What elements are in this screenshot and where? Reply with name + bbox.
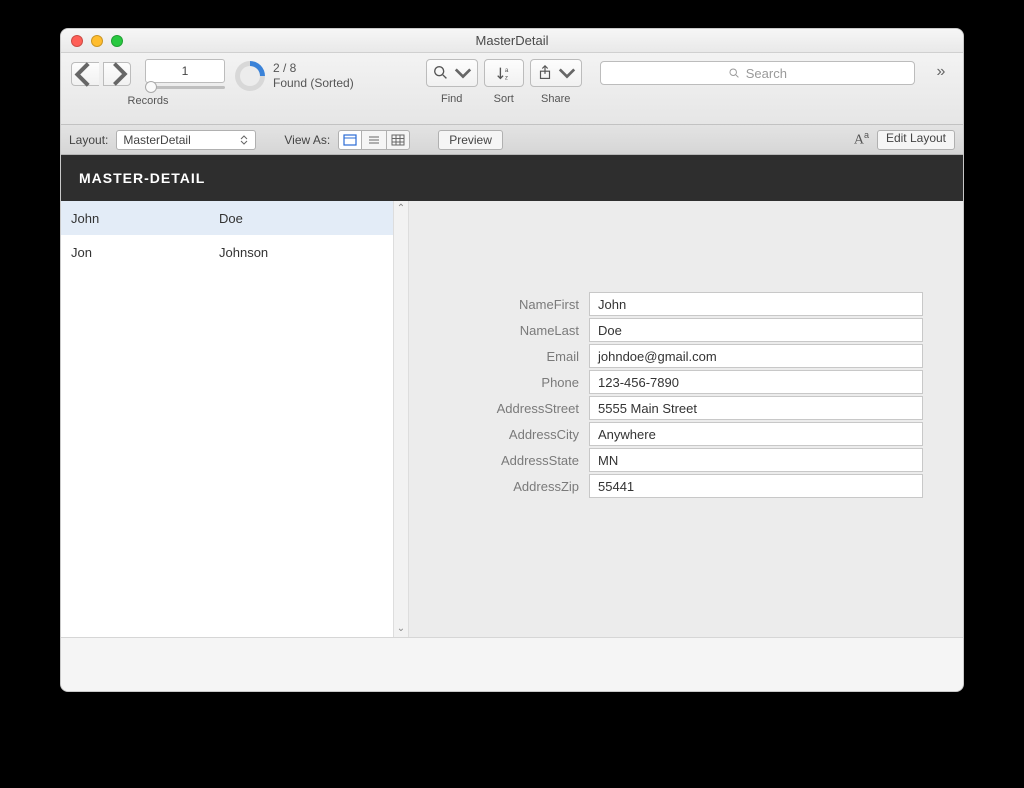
app-window: MasterDetail 1 Records bbox=[60, 28, 964, 692]
share-label: Share bbox=[541, 93, 570, 105]
records-label: Records bbox=[128, 95, 169, 107]
view-list-button[interactable] bbox=[362, 130, 386, 150]
scroll-down-icon[interactable]: ⌄ bbox=[394, 621, 408, 637]
field-input[interactable]: John bbox=[589, 292, 923, 316]
found-pie-icon[interactable] bbox=[235, 61, 265, 91]
field-label: AddressZip bbox=[429, 479, 589, 494]
field-input[interactable]: MN bbox=[589, 448, 923, 472]
master-last: Doe bbox=[219, 211, 393, 226]
field-input[interactable]: 55441 bbox=[589, 474, 923, 498]
master-list: JohnDoeJonJohnson bbox=[61, 201, 393, 637]
field-input[interactable]: 123-456-7890 bbox=[589, 370, 923, 394]
field-row: NameFirstJohn bbox=[429, 291, 923, 317]
sort-label: Sort bbox=[494, 93, 514, 105]
sort-group: az Sort bbox=[484, 59, 524, 105]
master-row[interactable]: JohnDoe bbox=[61, 201, 393, 235]
records-group: 1 Records bbox=[71, 59, 225, 107]
field-row: AddressCityAnywhere bbox=[429, 421, 923, 447]
layout-select[interactable]: MasterDetail bbox=[116, 130, 256, 150]
field-row: Emailjohndoe@gmail.com bbox=[429, 343, 923, 369]
master-first: John bbox=[61, 211, 219, 226]
find-label: Find bbox=[441, 93, 462, 105]
text-format-icon[interactable]: Aa bbox=[854, 130, 869, 149]
window-title: MasterDetail bbox=[61, 33, 963, 48]
found-count: 2 / 8 bbox=[273, 61, 354, 76]
find-button[interactable] bbox=[426, 59, 478, 87]
svg-text:a: a bbox=[505, 67, 509, 74]
master-first: Jon bbox=[61, 245, 219, 260]
scroll-up-icon[interactable]: ⌃ bbox=[394, 201, 408, 217]
field-label: Email bbox=[429, 349, 589, 364]
record-number-input[interactable]: 1 bbox=[145, 59, 225, 83]
share-button[interactable] bbox=[530, 59, 582, 87]
page-header: MASTER-DETAIL bbox=[61, 155, 963, 201]
field-label: AddressState bbox=[429, 453, 589, 468]
svg-text:z: z bbox=[505, 74, 508, 81]
field-label: NameFirst bbox=[429, 297, 589, 312]
search-placeholder: Search bbox=[746, 66, 787, 81]
search-icon bbox=[728, 67, 741, 80]
next-record-button[interactable] bbox=[103, 62, 131, 86]
view-table-button[interactable] bbox=[386, 130, 410, 150]
field-row: AddressStreet5555 Main Street bbox=[429, 395, 923, 421]
viewas-label: View As: bbox=[284, 133, 330, 147]
layout-label: Layout: bbox=[69, 133, 108, 147]
field-row: AddressStateMN bbox=[429, 447, 923, 473]
preview-button[interactable]: Preview bbox=[438, 130, 503, 150]
record-slider[interactable] bbox=[145, 86, 225, 89]
field-label: AddressStreet bbox=[429, 401, 589, 416]
field-row: NameLastDoe bbox=[429, 317, 923, 343]
field-row: AddressZip55441 bbox=[429, 473, 923, 499]
prev-record-button[interactable] bbox=[71, 62, 99, 86]
footer bbox=[61, 637, 963, 692]
titlebar: MasterDetail bbox=[61, 29, 963, 53]
found-sorted: Found (Sorted) bbox=[273, 76, 354, 91]
layout-select-value: MasterDetail bbox=[123, 133, 190, 147]
search-input[interactable]: Search bbox=[600, 61, 915, 85]
field-label: NameLast bbox=[429, 323, 589, 338]
field-input[interactable]: Doe bbox=[589, 318, 923, 342]
page-title: MASTER-DETAIL bbox=[79, 170, 205, 186]
toolbar: 1 Records 2 / 8 Found (Sorted) Find bbox=[61, 53, 963, 125]
master-scrollbar[interactable]: ⌃ ⌄ bbox=[393, 201, 409, 637]
field-input[interactable]: 5555 Main Street bbox=[589, 396, 923, 420]
field-input[interactable]: Anywhere bbox=[589, 422, 923, 446]
detail-pane: NameFirstJohnNameLastDoeEmailjohndoe@gma… bbox=[409, 201, 963, 637]
layoutbar: Layout: MasterDetail View As: Preview Aa… bbox=[61, 125, 963, 155]
field-input[interactable]: johndoe@gmail.com bbox=[589, 344, 923, 368]
slider-thumb-icon[interactable] bbox=[145, 81, 157, 93]
found-status: 2 / 8 Found (Sorted) bbox=[273, 61, 354, 91]
content-area: JohnDoeJonJohnson ⌃ ⌄ NameFirstJohnNameL… bbox=[61, 201, 963, 637]
view-form-button[interactable] bbox=[338, 130, 362, 150]
share-group: Share bbox=[530, 59, 582, 105]
edit-layout-button[interactable]: Edit Layout bbox=[877, 130, 955, 150]
find-group: Find bbox=[426, 59, 478, 105]
chevron-updown-icon bbox=[239, 135, 249, 145]
master-last: Johnson bbox=[219, 245, 393, 260]
master-row[interactable]: JonJohnson bbox=[61, 235, 393, 269]
field-label: AddressCity bbox=[429, 427, 589, 442]
sort-button[interactable]: az bbox=[484, 59, 524, 87]
overflow-button[interactable]: » bbox=[929, 63, 953, 81]
field-row: Phone123-456-7890 bbox=[429, 369, 923, 395]
field-label: Phone bbox=[429, 375, 589, 390]
